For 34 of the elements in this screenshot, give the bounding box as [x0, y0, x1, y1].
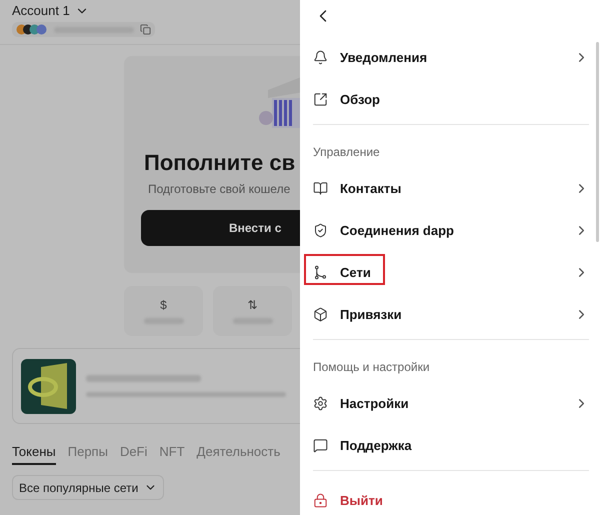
menu-item[interactable]: Соединения dapp: [313, 209, 589, 251]
action-symbol: ⇅: [247, 298, 258, 312]
deposit-title: Пополните св: [144, 150, 296, 176]
account-selector[interactable]: Account 1: [12, 3, 89, 18]
menu-item[interactable]: Привязки: [313, 293, 589, 335]
menu-item[interactable]: Контакты: [313, 167, 589, 209]
copy-icon[interactable]: [140, 24, 151, 35]
branch-icon: [313, 264, 328, 280]
menu-item[interactable]: Обзор: [313, 78, 589, 120]
book-icon: [313, 180, 328, 196]
shield-check-icon: [313, 222, 328, 238]
lock-icon: [313, 492, 328, 508]
cube-icon: [313, 306, 328, 322]
asset-tab[interactable]: Токены: [12, 444, 56, 465]
menu-item[interactable]: Настройки: [313, 382, 589, 424]
network-icons-drawing: [16, 24, 48, 35]
menu-item[interactable]: Выйти: [313, 479, 589, 515]
section-title: Помощь и настройки: [313, 359, 431, 376]
deposit-subtitle: Подготовьте свой кошеле: [148, 182, 292, 196]
action-symbol: $: [160, 298, 167, 312]
menu-item[interactable]: Поддержка: [313, 424, 589, 466]
network-filter-dropdown[interactable]: Все популярные сети: [12, 475, 164, 500]
deposit-button[interactable]: Внести с: [141, 210, 300, 246]
promo-logo-icon: [21, 358, 76, 414]
section-title: Управление: [313, 144, 381, 161]
action-tile[interactable]: ⇅: [213, 286, 292, 336]
scrollbar[interactable]: [596, 42, 599, 242]
action-tile[interactable]: $: [124, 286, 203, 336]
settings-icon: [313, 396, 328, 410]
menu-item[interactable]: Уведомления: [313, 36, 589, 78]
menu-item[interactable]: Сети: [313, 251, 589, 293]
external-link-icon: [313, 92, 328, 106]
promo-card[interactable]: [12, 348, 300, 424]
bell-icon: [313, 50, 328, 64]
